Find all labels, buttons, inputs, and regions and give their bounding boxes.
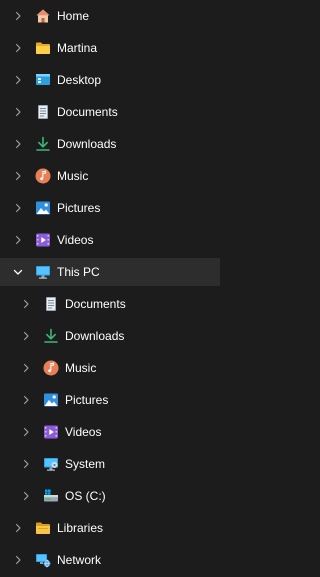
nav-item-label: System — [65, 457, 106, 471]
chevron-down-icon[interactable] — [12, 266, 24, 278]
nav-item-label: Pictures — [65, 393, 109, 407]
chevron-right-icon[interactable] — [12, 10, 24, 22]
nav-item-music[interactable]: Music — [0, 162, 220, 190]
chevron-right-icon[interactable] — [12, 554, 24, 566]
chevron-right-icon[interactable] — [20, 490, 32, 502]
nav-item-libraries[interactable]: Libraries — [0, 514, 220, 542]
network-icon — [35, 552, 51, 568]
chevron-right-icon[interactable] — [20, 458, 32, 470]
scrollbar-track[interactable] — [220, 0, 244, 577]
nav-item-label: Videos — [57, 233, 94, 247]
nav-item-label: Documents — [65, 297, 126, 311]
downloads-icon — [43, 328, 59, 344]
nav-item-label: Downloads — [57, 137, 117, 151]
documents-icon — [43, 296, 59, 312]
nav-item-this-pc-music[interactable]: Music — [0, 354, 220, 382]
nav-item-downloads[interactable]: Downloads — [0, 130, 220, 158]
nav-item-this-pc[interactable]: This PC — [0, 258, 220, 286]
nav-item-label: Videos — [65, 425, 102, 439]
folder-icon — [35, 40, 51, 56]
chevron-right-icon[interactable] — [12, 234, 24, 246]
nav-item-label: Libraries — [57, 521, 104, 535]
chevron-right-icon[interactable] — [12, 170, 24, 182]
nav-item-label: Network — [57, 553, 102, 567]
chevron-right-icon[interactable] — [20, 298, 32, 310]
nav-item-this-pc-downloads[interactable]: Downloads — [0, 322, 220, 350]
nav-item-videos[interactable]: Videos — [0, 226, 220, 254]
system-icon — [43, 456, 59, 472]
videos-icon — [43, 424, 59, 440]
nav-item-home[interactable]: Home — [0, 2, 220, 30]
nav-item-label: Music — [65, 361, 97, 375]
chevron-right-icon[interactable] — [20, 362, 32, 374]
chevron-right-icon[interactable] — [20, 330, 32, 342]
home-icon — [35, 8, 51, 24]
this-pc-icon — [35, 264, 51, 280]
nav-item-label: Desktop — [57, 73, 102, 87]
chevron-right-icon[interactable] — [12, 138, 24, 150]
music-icon — [43, 360, 59, 376]
drive-icon — [43, 488, 59, 504]
libraries-icon — [35, 520, 51, 536]
music-icon — [35, 168, 51, 184]
pictures-icon — [43, 392, 59, 408]
nav-item-os-drive[interactable]: OS (C:) — [0, 482, 220, 510]
nav-item-this-pc-pictures[interactable]: Pictures — [0, 386, 220, 414]
nav-item-label: Martina — [57, 41, 98, 55]
nav-item-network[interactable]: Network — [0, 546, 220, 574]
nav-item-desktop[interactable]: Desktop — [0, 66, 220, 94]
nav-item-documents[interactable]: Documents — [0, 98, 220, 126]
chevron-right-icon[interactable] — [12, 106, 24, 118]
nav-item-this-pc-documents[interactable]: Documents — [0, 290, 220, 318]
chevron-right-icon[interactable] — [12, 74, 24, 86]
nav-item-pictures[interactable]: Pictures — [0, 194, 220, 222]
nav-item-label: Downloads — [65, 329, 125, 343]
nav-item-label: Music — [57, 169, 89, 183]
chevron-right-icon[interactable] — [12, 522, 24, 534]
chevron-right-icon[interactable] — [20, 394, 32, 406]
desktop-icon — [35, 72, 51, 88]
chevron-right-icon[interactable] — [20, 426, 32, 438]
nav-item-martina[interactable]: Martina — [0, 34, 220, 62]
documents-icon — [35, 104, 51, 120]
chevron-right-icon[interactable] — [12, 202, 24, 214]
nav-item-label: Documents — [57, 105, 118, 119]
nav-item-label: This PC — [57, 265, 100, 279]
nav-item-label: OS (C:) — [65, 489, 106, 503]
pictures-icon — [35, 200, 51, 216]
videos-icon — [35, 232, 51, 248]
nav-item-label: Home — [57, 9, 90, 23]
nav-item-this-pc-videos[interactable]: Videos — [0, 418, 220, 446]
chevron-right-icon[interactable] — [12, 42, 24, 54]
nav-item-system[interactable]: System — [0, 450, 220, 478]
downloads-icon — [35, 136, 51, 152]
nav-item-label: Pictures — [57, 201, 101, 215]
navigation-pane: Home Martina Desktop Documents Downloads… — [0, 0, 244, 577]
